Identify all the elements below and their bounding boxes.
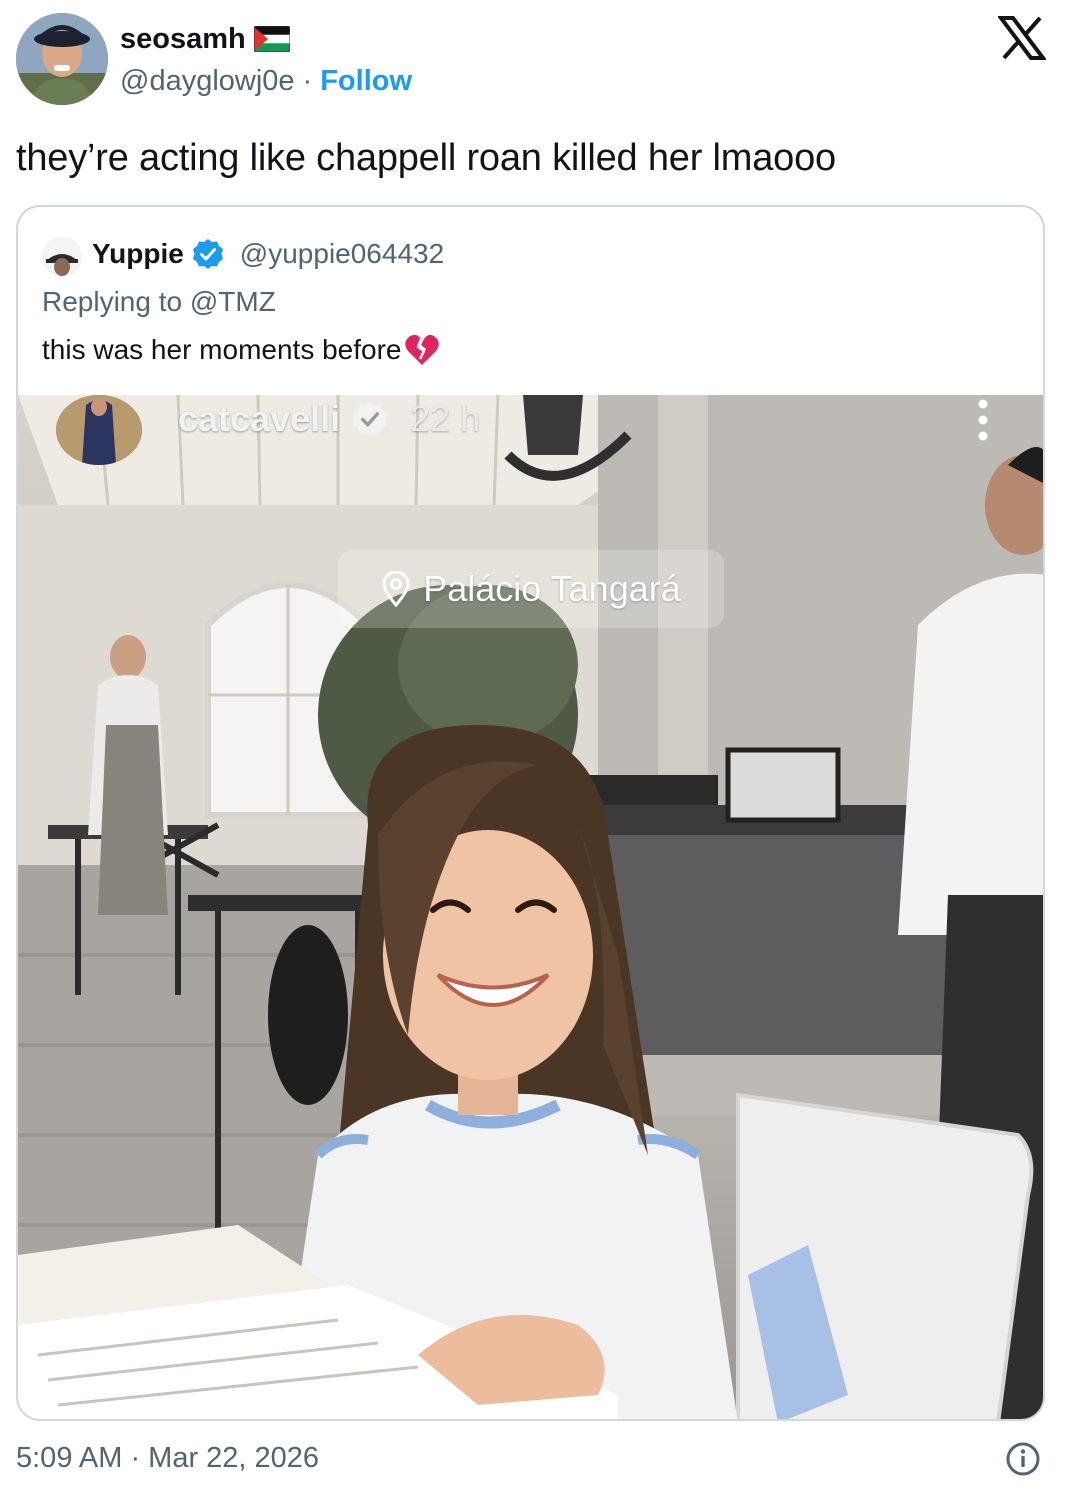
- tweet-timestamp[interactable]: 5:09 AM · Mar 22, 2026: [16, 1441, 319, 1475]
- quote-author-handle[interactable]: @yuppie064432: [240, 237, 444, 271]
- more-options-icon: [978, 399, 988, 441]
- verified-badge-icon: [192, 239, 223, 269]
- follow-button[interactable]: Follow: [320, 64, 412, 98]
- author-avatar[interactable]: [16, 13, 108, 105]
- quoted-tweet[interactable]: Yuppie @yuppie064432 Replying to @TMZ th…: [16, 205, 1045, 1421]
- separator-dot: ·: [302, 65, 313, 97]
- quote-media-photo[interactable]: catcavelli 22 h Palácio Tangará: [18, 395, 1043, 1419]
- info-icon[interactable]: [1006, 1442, 1040, 1476]
- author-handle[interactable]: @dayglowj0e: [120, 64, 295, 98]
- tweet-text: they’re acting like chappell roan killed…: [16, 137, 836, 179]
- tweet-card: seosamh @dayglowj0e · Follow they’re act…: [0, 0, 1070, 1494]
- replying-to[interactable]: Replying to @TMZ: [42, 285, 276, 319]
- author-name[interactable]: seosamh: [120, 22, 246, 56]
- story-user-avatar: [56, 395, 142, 465]
- photo-restaurant-girl-smiling: [18, 395, 1043, 1419]
- quote-text-row: this was her moments before: [42, 333, 440, 367]
- story-verified-icon: [353, 402, 387, 436]
- broken-heart-icon: [404, 334, 439, 365]
- location-sticker: Palácio Tangará: [338, 550, 724, 628]
- story-header: catcavelli 22 h: [178, 397, 480, 441]
- palestine-flag-icon: [253, 26, 290, 52]
- location-name: Palácio Tangará: [423, 568, 681, 609]
- story-username: catcavelli: [178, 398, 341, 439]
- quote-author-row: Yuppie @yuppie064432: [92, 237, 444, 271]
- author-name-row[interactable]: seosamh: [120, 22, 290, 56]
- story-time: 22 h: [410, 398, 481, 439]
- quote-text: this was her moments before: [42, 334, 402, 365]
- location-pin-icon: [382, 571, 410, 607]
- quote-author-avatar[interactable]: [42, 237, 82, 277]
- author-handle-row: @dayglowj0e · Follow: [120, 64, 412, 98]
- x-logo-icon[interactable]: [998, 16, 1046, 60]
- quote-author-name[interactable]: Yuppie: [92, 237, 184, 271]
